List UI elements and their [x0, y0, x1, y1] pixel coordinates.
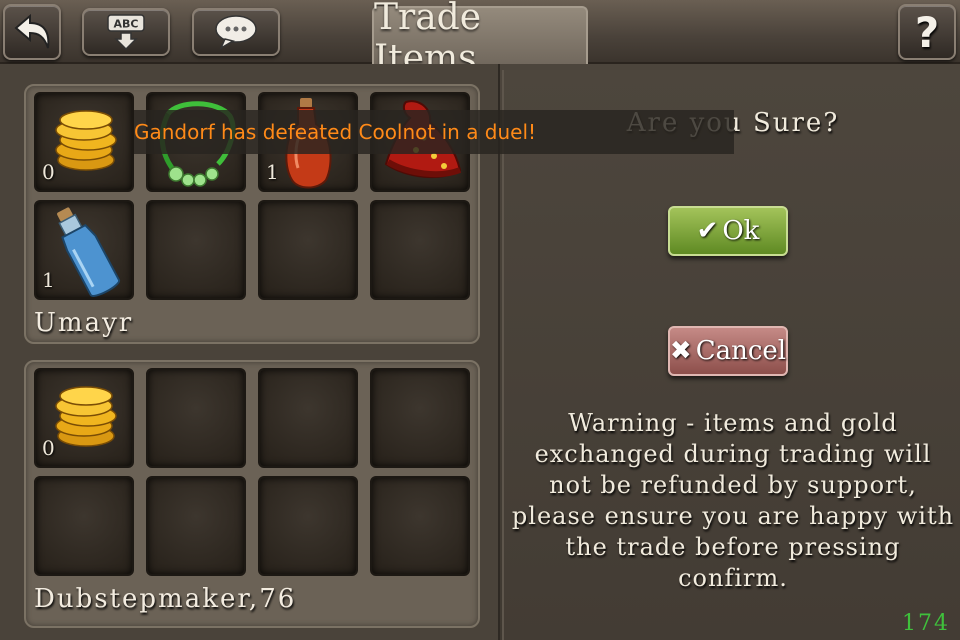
item-count: 0 — [42, 160, 55, 184]
counter-value: 174 — [902, 611, 950, 636]
cancel-label: Cancel — [695, 336, 787, 366]
my-player-name: Umayr — [34, 308, 134, 338]
help-button[interactable]: ? — [898, 4, 956, 60]
checkmark-icon: ✔ — [696, 216, 719, 246]
item-count: 0 — [42, 436, 55, 460]
slot-gold-coins[interactable]: 0 — [34, 92, 134, 192]
item-count: 1 — [266, 160, 279, 184]
trade-items-tab: Trade Items — [372, 0, 588, 79]
keyboard-icon: ABC — [107, 14, 145, 51]
chat-bubble-icon — [215, 15, 257, 50]
keyboard-abc-text: ABC — [114, 18, 139, 31]
back-button[interactable] — [3, 4, 61, 60]
item-count: 1 — [42, 268, 55, 292]
their-player-name: Dubstepmaker,76 — [34, 584, 297, 614]
slot-empty[interactable] — [34, 476, 134, 576]
help-icon: ? — [914, 7, 940, 57]
slot-gold-coins[interactable]: 0 — [34, 368, 134, 468]
slot-blue-potion[interactable]: 1 — [34, 200, 134, 300]
slot-empty[interactable] — [146, 476, 246, 576]
ok-label: Ok — [722, 216, 760, 246]
slot-empty[interactable] — [370, 200, 470, 300]
their-offer-panel: 0 Dubstepmaker,76 — [24, 360, 480, 628]
duel-notification: Gandorf has defeated Coolnot in a duel! — [134, 110, 734, 154]
slot-empty[interactable] — [258, 368, 358, 468]
top-bar: ABC Trade Items ? — [0, 0, 960, 79]
confirm-panel: Are you Sure? ✔ Ok ✖ Cancel Warning - it… — [502, 70, 960, 640]
chat-button[interactable] — [192, 8, 280, 56]
slot-empty[interactable] — [258, 200, 358, 300]
cancel-button[interactable]: ✖ Cancel — [668, 326, 788, 376]
close-icon: ✖ — [669, 336, 692, 366]
back-arrow-icon — [14, 13, 50, 49]
keyboard-button[interactable]: ABC — [82, 8, 170, 56]
ok-button[interactable]: ✔ Ok — [668, 206, 788, 256]
slot-empty[interactable] — [258, 476, 358, 576]
trade-warning: Warning - items and gold exchanged durin… — [511, 409, 955, 592]
slot-empty[interactable] — [370, 476, 470, 576]
slot-empty[interactable] — [370, 368, 470, 468]
slot-empty[interactable] — [146, 200, 246, 300]
slot-empty[interactable] — [146, 368, 246, 468]
